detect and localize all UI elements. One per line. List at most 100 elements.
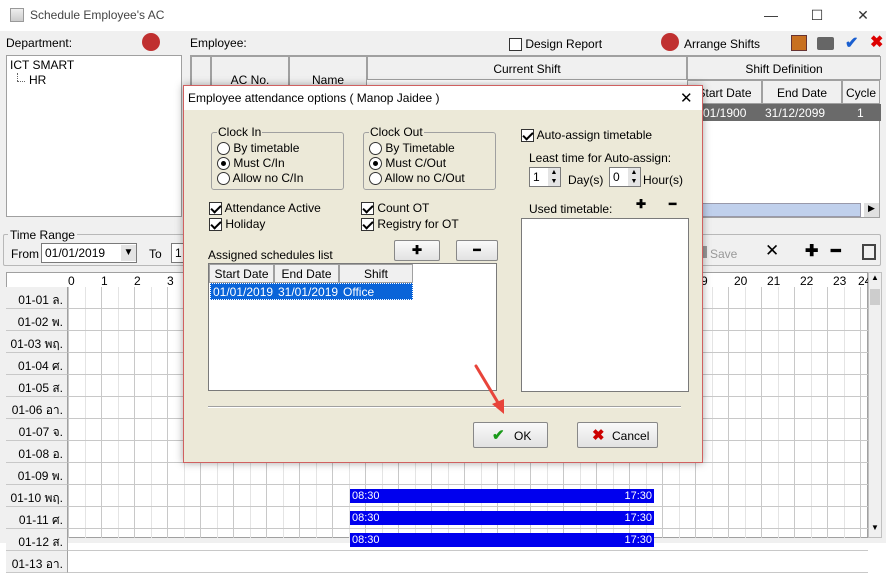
radio-clock-out-allow[interactable]: Allow no C/Out bbox=[369, 171, 465, 186]
horizontal-scrollbar-thumb[interactable] bbox=[691, 203, 861, 217]
table-row[interactable]: 01/1900 31/12/2099 1 bbox=[687, 104, 881, 121]
minimize-button[interactable]: — bbox=[748, 0, 794, 31]
shift-bar[interactable]: 08:30 17:30 bbox=[350, 511, 654, 525]
grid-line bbox=[810, 287, 812, 538]
scroll-down-icon[interactable]: ▼ bbox=[869, 523, 881, 537]
clock-in-group: Clock In By timetable Must C/In Allow no… bbox=[211, 125, 344, 190]
assigned-schedules-list[interactable]: Start Date End Date Shift Schedule 01/01… bbox=[208, 263, 497, 391]
remove-icon[interactable]: ━ bbox=[831, 241, 841, 261]
check-icon[interactable] bbox=[521, 129, 534, 143]
column-header-shift-schedule[interactable]: Shift Schedule bbox=[339, 264, 413, 295]
maximize-button[interactable]: ☐ bbox=[794, 0, 840, 31]
grid-line bbox=[843, 287, 845, 538]
cancel-x-icon[interactable]: ✖ bbox=[870, 32, 883, 52]
annotation-arrow-icon bbox=[474, 364, 504, 414]
grid-line bbox=[860, 287, 861, 538]
radio-icon[interactable] bbox=[217, 157, 230, 171]
remove-schedule-button[interactable]: ━ bbox=[456, 240, 498, 261]
chevron-down-icon[interactable]: ▼ bbox=[121, 245, 136, 261]
design-report-checkbox[interactable]: Design Report bbox=[509, 37, 602, 52]
vertical-scrollbar-thumb[interactable] bbox=[870, 289, 880, 305]
checkbox-label: Holiday bbox=[225, 217, 266, 231]
column-header-current-shift[interactable]: Current Shift bbox=[367, 56, 687, 80]
column-header-shift-definition[interactable]: Shift Definition bbox=[687, 56, 881, 80]
grid-line bbox=[84, 287, 86, 538]
from-date-picker[interactable]: 01/01/2019 ▼ bbox=[41, 243, 137, 263]
attendance-active-checkbox[interactable]: Attendance Active bbox=[209, 201, 321, 216]
check-icon[interactable] bbox=[209, 218, 222, 232]
shift-bar[interactable]: 08:30 17:30 bbox=[350, 533, 654, 547]
day-row-label: 01-09 พ. bbox=[6, 463, 68, 485]
check-icon: ✔ bbox=[492, 427, 505, 444]
checkbox-label: Attendance Active bbox=[224, 201, 321, 215]
ok-button[interactable]: ✔ OK bbox=[473, 422, 548, 448]
hours-spinner[interactable]: 0 ▲ ▼ bbox=[609, 167, 641, 187]
vertical-scrollbar[interactable]: ▲ ▼ bbox=[868, 272, 882, 538]
radio-label: Must C/In bbox=[233, 156, 285, 170]
scroll-up-icon[interactable]: ▲ bbox=[869, 273, 881, 287]
department-users-icon[interactable] bbox=[142, 33, 160, 51]
radio-icon[interactable] bbox=[369, 157, 382, 171]
design-report-check-icon[interactable] bbox=[509, 38, 522, 52]
radio-clock-in-allow[interactable]: Allow no C/In bbox=[217, 171, 303, 186]
grid-line bbox=[744, 287, 746, 538]
day-row-label: 01-03 พฤ. bbox=[6, 331, 68, 353]
shift-bar[interactable]: 08:30 17:30 bbox=[350, 489, 654, 503]
check-icon[interactable] bbox=[209, 202, 222, 216]
cancel-button[interactable]: ✖ Cancel bbox=[577, 422, 658, 448]
radio-icon[interactable] bbox=[217, 142, 230, 156]
radio-icon[interactable] bbox=[369, 172, 382, 186]
day-row-label: 01-13 อา. bbox=[6, 551, 68, 573]
confirm-check-icon[interactable]: ✔ bbox=[845, 33, 858, 53]
arrange-shifts-button[interactable]: Arrange Shifts bbox=[684, 37, 760, 51]
arrange-shifts-icon[interactable] bbox=[661, 33, 679, 51]
registry-ot-checkbox[interactable]: Registry for OT bbox=[361, 217, 459, 232]
auto-assign-checkbox[interactable]: Auto-assign timetable bbox=[521, 128, 653, 143]
tree-item-ict-smart[interactable]: ICT SMART bbox=[10, 58, 74, 72]
grid-line bbox=[167, 287, 168, 538]
radio-clock-out-must[interactable]: Must C/Out bbox=[369, 156, 446, 171]
checkbox-label: Auto-assign timetable bbox=[536, 128, 653, 142]
days-spinner[interactable]: 1 ▲ ▼ bbox=[529, 167, 561, 187]
employee-label: Employee: bbox=[190, 36, 247, 50]
close-window-button[interactable]: ✕ bbox=[840, 0, 886, 31]
remove-timetable-icon[interactable]: ━ bbox=[669, 197, 676, 211]
spin-arrows-icon[interactable]: ▲ ▼ bbox=[628, 168, 640, 186]
column-header-end-date[interactable]: End Date bbox=[274, 264, 339, 283]
grid-line bbox=[777, 287, 779, 538]
holiday-checkbox[interactable]: Holiday bbox=[209, 217, 266, 232]
day-row-label: 01-01 ล. bbox=[6, 287, 68, 309]
scroll-right-icon[interactable]: ▶ bbox=[864, 203, 879, 217]
radio-clock-in-must[interactable]: Must C/In bbox=[217, 156, 285, 171]
radio-clock-out-timetable[interactable]: By Timetable bbox=[369, 141, 455, 156]
cancel-x-icon: ✖ bbox=[592, 427, 605, 444]
save-button[interactable]: Save bbox=[710, 247, 737, 261]
column-header-end-date[interactable]: End Date bbox=[762, 80, 842, 104]
check-icon[interactable] bbox=[361, 202, 374, 216]
tree-item-hr[interactable]: HR bbox=[29, 73, 46, 87]
radio-icon[interactable] bbox=[369, 142, 382, 156]
dialog-close-icon[interactable]: ✕ bbox=[680, 89, 693, 107]
calendar-icon[interactable] bbox=[791, 35, 807, 51]
add-icon[interactable]: ✚ bbox=[805, 241, 818, 261]
add-timetable-icon[interactable]: ✚ bbox=[636, 197, 646, 211]
add-schedule-button[interactable]: ✚ bbox=[394, 240, 440, 261]
radio-icon[interactable] bbox=[217, 172, 230, 186]
grid-line bbox=[101, 287, 102, 538]
radio-label: By Timetable bbox=[385, 141, 455, 155]
shift-end: 17:30 bbox=[624, 490, 652, 502]
used-timetable-list[interactable] bbox=[521, 218, 689, 392]
delete-x-icon[interactable]: ✕ bbox=[765, 241, 779, 261]
count-ot-checkbox[interactable]: Count OT bbox=[361, 201, 429, 216]
column-header-start-date[interactable]: Start Date bbox=[209, 264, 274, 283]
spin-arrows-icon[interactable]: ▲ ▼ bbox=[548, 168, 560, 186]
hours-label: Hour(s) bbox=[643, 173, 684, 187]
day-row-label: 01-06 อา. bbox=[6, 397, 68, 419]
table-row[interactable]: 01/01/2019 31/01/2019 Office bbox=[210, 283, 413, 300]
check-icon[interactable] bbox=[361, 218, 374, 232]
radio-clock-in-timetable[interactable]: By timetable bbox=[217, 141, 299, 156]
print-icon[interactable] bbox=[817, 37, 834, 50]
column-header-cycle[interactable]: Cycle bbox=[842, 80, 880, 104]
department-tree[interactable]: ICT SMART HR bbox=[6, 55, 182, 217]
trash-icon[interactable] bbox=[862, 244, 876, 260]
